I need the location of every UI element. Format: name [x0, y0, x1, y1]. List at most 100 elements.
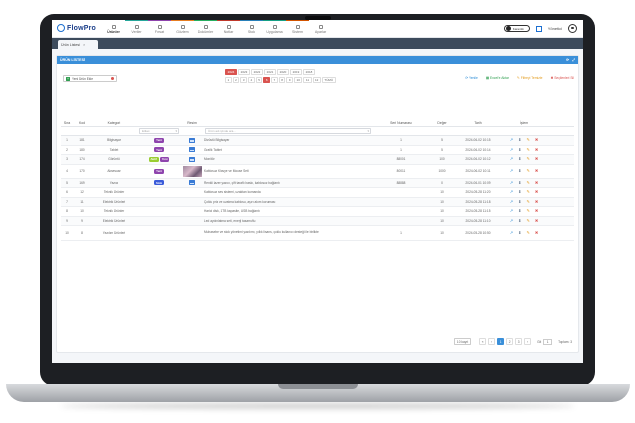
- download-icon[interactable]: ⬇: [518, 219, 521, 223]
- month-chip[interactable]: 9: [286, 77, 294, 83]
- delete-icon[interactable]: ✖: [535, 200, 538, 204]
- add-product-button[interactable]: + Yeni Ürün Ekle: [63, 75, 117, 82]
- nav-item-gozlem[interactable]: Gözlem: [171, 20, 194, 38]
- edit-icon[interactable]: ✎: [527, 169, 530, 173]
- open-icon[interactable]: ↗: [510, 148, 513, 152]
- download-icon[interactable]: ⬇: [518, 181, 521, 185]
- delete-icon[interactable]: ✖: [535, 209, 538, 213]
- product-thumbnail[interactable]: [182, 165, 202, 177]
- image-icon[interactable]: [189, 137, 195, 143]
- open-icon[interactable]: ↗: [510, 219, 513, 223]
- month-chip[interactable]: 3: [240, 77, 248, 83]
- delete-icon[interactable]: ✖: [535, 138, 538, 142]
- name-search-input[interactable]: Ürün adı içinde ara... ▾: [205, 128, 371, 134]
- refresh-button[interactable]: ⟳ Yenile: [465, 76, 478, 80]
- edit-icon[interactable]: ✎: [527, 209, 530, 213]
- nav-item-notlar[interactable]: Notlar: [217, 20, 240, 38]
- open-icon[interactable]: ↗: [510, 200, 513, 204]
- month-chip[interactable]: TÜMÜ: [321, 77, 336, 83]
- download-icon[interactable]: ⬇: [518, 157, 521, 161]
- open-icon[interactable]: ↗: [510, 231, 513, 235]
- edit-icon[interactable]: ✎: [527, 219, 530, 223]
- table-row[interactable]: 1 181 Bilgisayar Yeni Dizüstü Bilgisayar 1 5 20…: [61, 136, 574, 146]
- nav-item-firsat[interactable]: Fırsat: [148, 20, 171, 38]
- open-icon[interactable]: ↗: [510, 190, 513, 194]
- goto-page-input[interactable]: 1: [543, 338, 553, 345]
- month-chip[interactable]: 1: [225, 77, 232, 83]
- delete-icon[interactable]: ✖: [535, 157, 538, 161]
- col-seri[interactable]: Seri Numarası: [373, 121, 429, 125]
- nav-item-uygulama[interactable]: Uygulama: [263, 20, 286, 38]
- username[interactable]: Yönetici: [548, 26, 562, 31]
- open-icon[interactable]: ↗: [510, 209, 513, 213]
- table-row[interactable]: 7 11 Elektrik Ürünleri Çoklu priz ve uzatma…: [61, 197, 574, 207]
- edit-icon[interactable]: ✎: [527, 231, 530, 235]
- close-icon[interactable]: ×: [83, 42, 85, 47]
- dark-mode-toggle[interactable]: Karanlık: [503, 25, 530, 32]
- edit-icon[interactable]: ✎: [527, 157, 530, 161]
- month-chip[interactable]: 2: [232, 77, 240, 83]
- page-size-select[interactable]: 10 kayıt: [453, 338, 472, 345]
- col-sira[interactable]: Sıra: [61, 121, 73, 125]
- year-chip[interactable]: 2019: [290, 69, 302, 75]
- nav-item-ayarlar[interactable]: Ayarlar: [309, 20, 332, 38]
- delete-icon[interactable]: ✖: [535, 231, 538, 235]
- edit-icon[interactable]: ✎: [527, 138, 530, 142]
- nav-item-dokumler[interactable]: Dokümler: [194, 20, 217, 38]
- image-icon[interactable]: [189, 147, 195, 153]
- download-icon[interactable]: ⬇: [518, 209, 521, 213]
- page-button[interactable]: 2: [506, 338, 514, 345]
- prev-page-button[interactable]: ‹: [488, 338, 496, 345]
- col-deger[interactable]: Değer: [429, 121, 455, 125]
- table-row[interactable]: 5 169 Yazıcı Stok Renkli lazer yazıcı, çift …: [61, 178, 574, 188]
- month-chip[interactable]: 7: [271, 77, 278, 83]
- logo[interactable]: FlowPro: [57, 24, 96, 32]
- nav-item-veriler[interactable]: Veriler: [125, 20, 148, 38]
- month-chip[interactable]: 11: [303, 77, 312, 83]
- year-chip[interactable]: 2020: [277, 69, 289, 75]
- year-chip[interactable]: 2018: [303, 69, 315, 75]
- open-icon[interactable]: ↗: [510, 169, 513, 173]
- nav-item-sistem[interactable]: Sistem: [286, 20, 309, 38]
- fullscreen-icon[interactable]: [535, 25, 542, 32]
- open-icon[interactable]: ↗: [510, 181, 513, 185]
- image-icon[interactable]: [189, 156, 195, 162]
- avatar[interactable]: [568, 24, 577, 33]
- month-chip[interactable]: 12: [312, 77, 321, 83]
- year-chip[interactable]: 2022: [251, 69, 263, 75]
- col-tarih[interactable]: Tarih: [455, 121, 501, 125]
- edit-icon[interactable]: ✎: [527, 190, 530, 194]
- clear-filter-button[interactable]: ✎ Filtreyi Temizle: [517, 76, 543, 80]
- table-row[interactable]: 9 9 Elektrik Ürünleri Led aydınlatma seti, …: [61, 216, 574, 226]
- month-chip[interactable]: 5: [255, 77, 263, 83]
- nav-item-urunler[interactable]: Ürünler: [102, 20, 125, 38]
- download-icon[interactable]: ⬇: [518, 231, 521, 235]
- year-chip[interactable]: 2023: [238, 69, 250, 75]
- month-chip[interactable]: 10: [294, 77, 303, 83]
- expand-icon[interactable]: ⤢: [572, 58, 575, 62]
- delete-icon[interactable]: ✖: [535, 190, 538, 194]
- col-kod[interactable]: Kod: [73, 121, 91, 125]
- download-icon[interactable]: ⬇: [518, 148, 521, 152]
- download-icon[interactable]: ⬇: [518, 138, 521, 142]
- table-row[interactable]: 3 174 Görüntü Aktif Yeni Monitör 88001 100 2024-…: [61, 155, 574, 165]
- month-chip[interactable]: 4: [248, 77, 255, 83]
- next-page-button[interactable]: ›: [524, 338, 532, 345]
- image-icon[interactable]: [189, 180, 195, 186]
- delete-icon[interactable]: ✖: [535, 169, 538, 173]
- delete-selected-button[interactable]: ✖ Seçilenleri Sil: [550, 76, 574, 80]
- month-chip[interactable]: 6: [263, 77, 271, 83]
- edit-icon[interactable]: ✎: [527, 148, 530, 152]
- edit-icon[interactable]: ✎: [527, 200, 530, 204]
- first-page-button[interactable]: «: [479, 338, 487, 345]
- table-row[interactable]: 2 180 Tablet Yeni Grafik Tablet 1 5 2024-06-02 …: [61, 146, 574, 155]
- open-icon[interactable]: ↗: [510, 157, 513, 161]
- page-button[interactable]: 3: [515, 338, 523, 345]
- export-excel-button[interactable]: ▦ Excel'e Aktar: [486, 76, 509, 80]
- edit-icon[interactable]: ✎: [527, 181, 530, 185]
- page-button[interactable]: 1: [497, 338, 505, 345]
- nav-item-stok[interactable]: Stok: [240, 20, 263, 38]
- download-icon[interactable]: ⬇: [518, 190, 521, 194]
- delete-icon[interactable]: ✖: [535, 219, 538, 223]
- col-kategori[interactable]: Kategori: [91, 121, 137, 125]
